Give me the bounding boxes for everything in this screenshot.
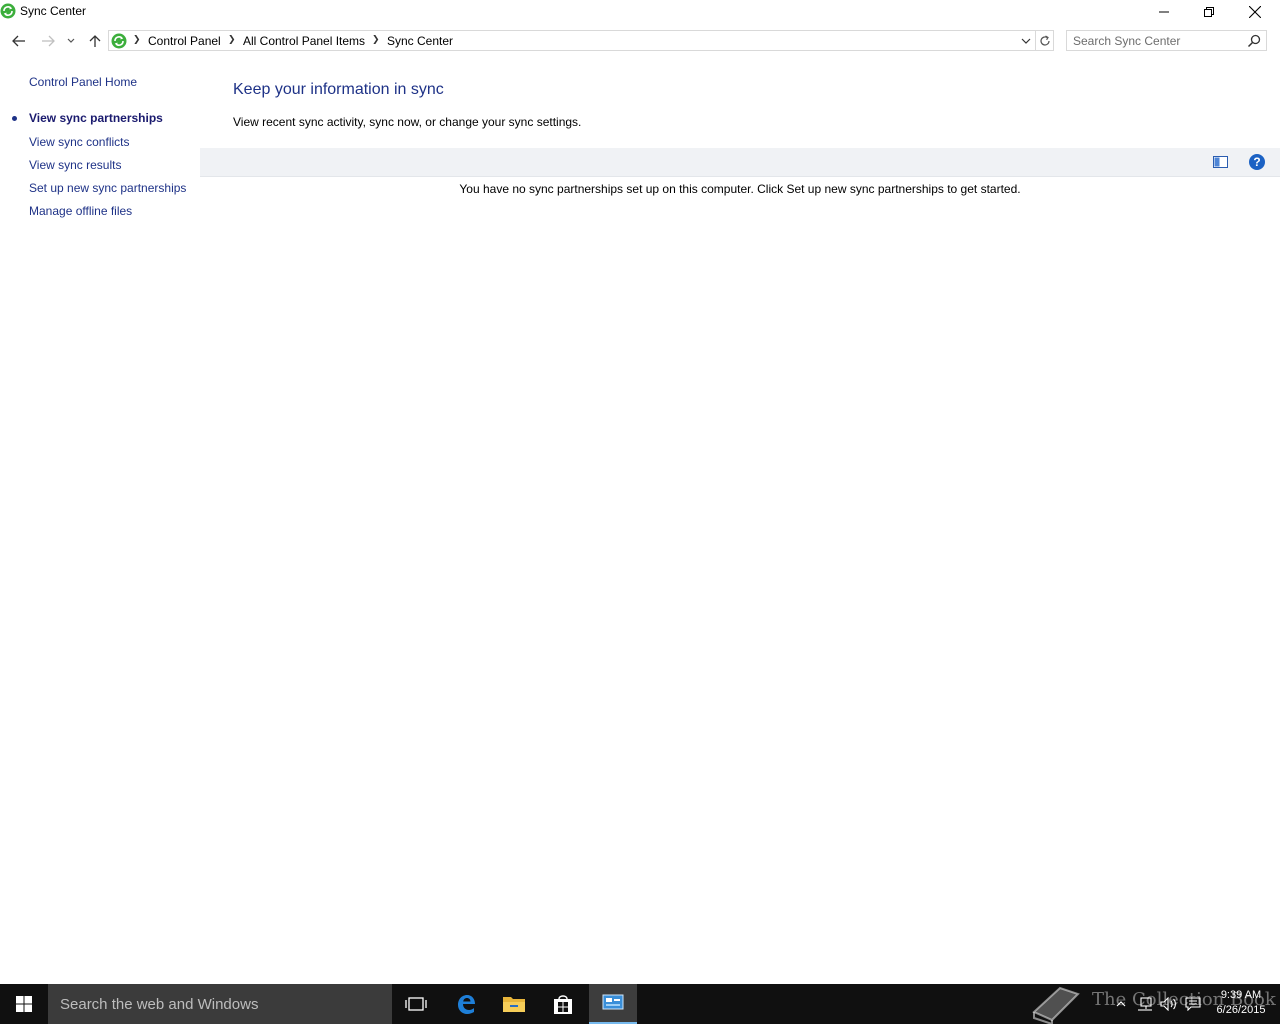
- task-view-icon: [405, 997, 427, 1011]
- store-button[interactable]: [539, 984, 587, 1024]
- edge-browser-icon: [458, 995, 475, 1014]
- chevron-down-icon: [67, 38, 75, 43]
- page-title: Keep your information in sync: [233, 81, 444, 98]
- sync-center-icon: [0, 3, 16, 19]
- control-panel-home-link[interactable]: Control Panel Home: [29, 75, 137, 89]
- edge-browser-button[interactable]: [442, 984, 490, 1024]
- address-bar[interactable]: ❯ Control Panel ❯ All Control Panel Item…: [108, 30, 1054, 51]
- clock-time: 9:39 AM: [1220, 989, 1262, 1001]
- empty-state-message: You have no sync partnerships set up on …: [459, 182, 1021, 196]
- breadcrumb-separator-icon[interactable]: ❯: [228, 34, 236, 45]
- preview-pane-icon[interactable]: [1213, 156, 1228, 168]
- network-button[interactable]: [1134, 984, 1156, 1024]
- taskbar: Search the web and Windows The Collectio…: [0, 984, 1280, 1024]
- sidebar-item-view-sync-results[interactable]: View sync results: [29, 158, 121, 172]
- clock-date: 6/26/2015: [1216, 1004, 1266, 1016]
- control-panel-icon: [602, 994, 624, 1010]
- active-bullet-icon: [12, 116, 17, 121]
- search-input[interactable]: [1073, 32, 1243, 49]
- taskbar-clock[interactable]: 9:39 AM 6/26/2015: [1208, 988, 1274, 1018]
- sync-center-icon: [111, 33, 127, 49]
- store-bag-icon: [554, 995, 572, 1014]
- address-history-button[interactable]: [1017, 31, 1035, 50]
- chevron-down-icon: [1021, 38, 1031, 44]
- refresh-button[interactable]: [1035, 31, 1054, 50]
- sidebar-item-view-sync-partnerships[interactable]: View sync partnerships: [29, 111, 163, 125]
- control-panel-taskbar-button[interactable]: [589, 984, 637, 1024]
- breadcrumb-all-items[interactable]: All Control Panel Items: [243, 34, 365, 48]
- refresh-icon: [1040, 34, 1050, 46]
- sidebar-item-view-sync-conflicts[interactable]: View sync conflicts: [29, 135, 129, 149]
- search-box[interactable]: [1066, 30, 1267, 51]
- network-icon: [1138, 997, 1152, 1011]
- recent-locations-button[interactable]: [63, 31, 79, 51]
- watermark-book-icon: [1032, 986, 1080, 1024]
- file-explorer-button[interactable]: [490, 984, 538, 1024]
- volume-button[interactable]: [1158, 984, 1180, 1024]
- start-button[interactable]: [0, 984, 48, 1024]
- task-view-button[interactable]: [392, 984, 440, 1024]
- minimize-icon: [1159, 11, 1169, 13]
- page-description: View recent sync activity, sync now, or …: [233, 115, 582, 129]
- volume-icon: [1160, 997, 1176, 1011]
- show-hidden-icons-button[interactable]: [1110, 984, 1132, 1024]
- breadcrumb-sync-center[interactable]: Sync Center: [387, 34, 453, 48]
- window-title: Sync Center: [20, 4, 87, 18]
- navigation-bar: ❯ Control Panel ❯ All Control Panel Item…: [0, 28, 1280, 54]
- breadcrumb-separator-icon[interactable]: ❯: [372, 34, 380, 45]
- chevron-up-icon: [1116, 1001, 1126, 1007]
- folder-icon: [503, 997, 525, 1012]
- close-icon: [1249, 6, 1261, 18]
- title-bar: Sync Center: [0, 0, 1280, 24]
- restore-button[interactable]: [1186, 0, 1232, 24]
- sync-center-window: Sync Center ❯ Control Panel ❯ All Contro…: [0, 0, 1280, 984]
- sidebar-item-setup-sync-partnerships[interactable]: Set up new sync partnerships: [29, 181, 186, 195]
- search-icon[interactable]: [1247, 34, 1261, 48]
- sidebar-item-manage-offline-files[interactable]: Manage offline files: [29, 204, 132, 218]
- forward-arrow-icon: [42, 35, 55, 47]
- back-button[interactable]: [8, 31, 30, 51]
- taskbar-search-placeholder: Search the web and Windows: [60, 996, 259, 1013]
- up-button[interactable]: [84, 31, 106, 51]
- restore-icon: [1204, 7, 1214, 17]
- forward-button[interactable]: [37, 31, 59, 51]
- breadcrumb-control-panel[interactable]: Control Panel: [148, 34, 221, 48]
- up-arrow-icon: [89, 35, 101, 47]
- close-button[interactable]: [1232, 0, 1278, 24]
- taskbar-search-box[interactable]: Search the web and Windows: [48, 984, 392, 1024]
- windows-logo-icon: [16, 996, 32, 1012]
- action-center-button[interactable]: [1182, 984, 1204, 1024]
- minimize-button[interactable]: [1141, 0, 1187, 24]
- help-icon[interactable]: ?: [1249, 154, 1265, 170]
- breadcrumb-separator-icon[interactable]: ❯: [133, 34, 141, 45]
- action-center-icon: [1185, 997, 1201, 1011]
- command-bar: ?: [200, 148, 1280, 177]
- back-arrow-icon: [12, 35, 25, 47]
